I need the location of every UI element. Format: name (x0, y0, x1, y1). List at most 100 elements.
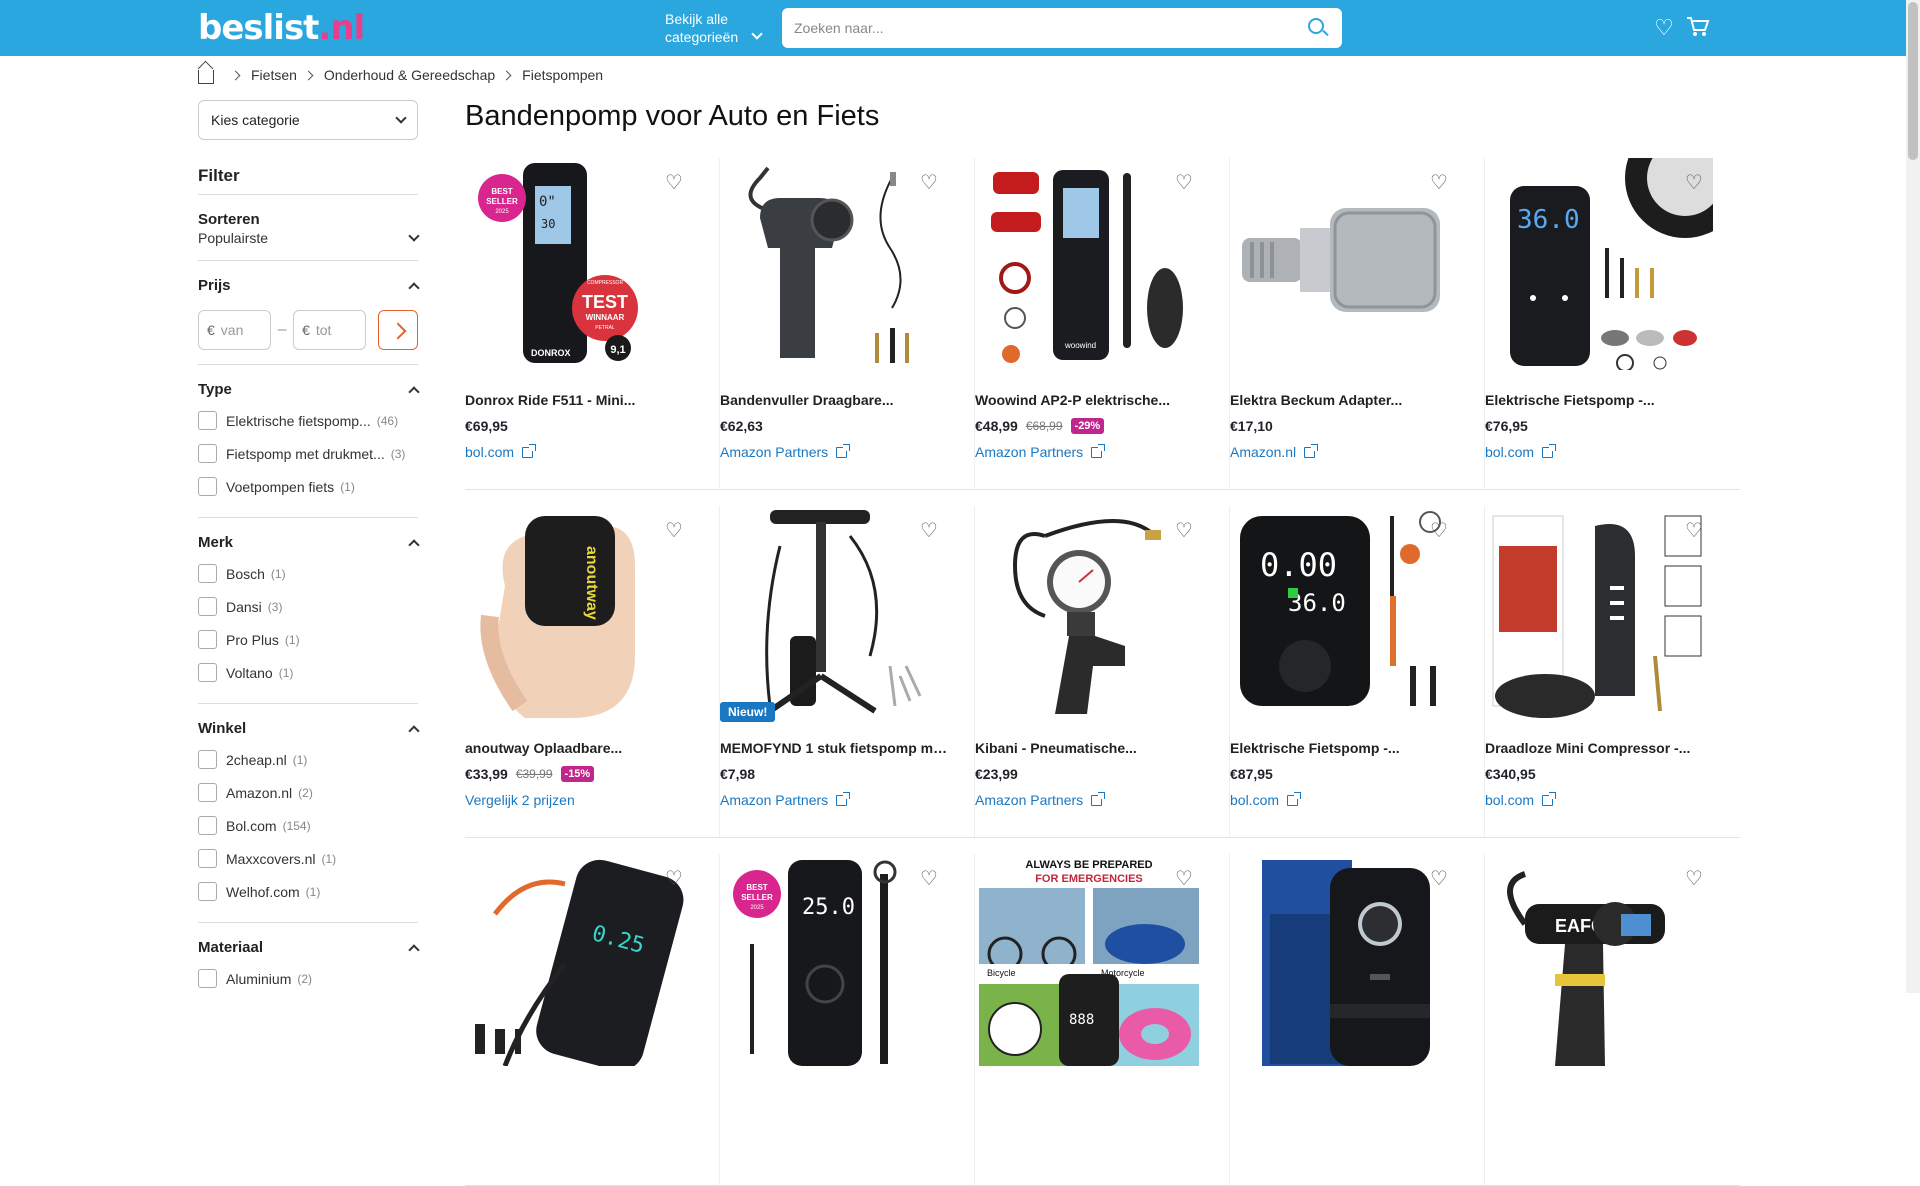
filter-option[interactable]: Voltano (1) (198, 656, 418, 689)
scrollbar-thumb[interactable] (1908, 2, 1918, 160)
checkbox[interactable] (198, 564, 217, 583)
heart-icon[interactable]: ♡ (663, 520, 685, 542)
heart-icon[interactable]: ♡ (1683, 520, 1705, 542)
product-card[interactable]: ALWAYS BE PREPARED FOR EMERGENCIES Bicycle… (975, 854, 1230, 1186)
filter-option[interactable]: Fietspomp met drukmet... (3) (198, 437, 418, 470)
heart-icon[interactable]: ♡ (918, 868, 940, 890)
shop-link[interactable]: Vergelijk 2 prijzen (465, 792, 709, 808)
shop-link[interactable]: bol.com (1230, 791, 1474, 808)
heart-icon[interactable]: ♡ (1173, 172, 1195, 194)
filter-option[interactable]: Elektrische fietspomp... (46) (198, 404, 418, 437)
filter-option[interactable]: Voetpompen fiets (1) (198, 470, 418, 503)
cart-icon[interactable] (1684, 16, 1712, 40)
product-image[interactable]: woowind (975, 158, 1203, 370)
product-card[interactable]: ♡ (1230, 854, 1485, 1186)
product-image[interactable]: anoutway (465, 506, 693, 718)
checkbox[interactable] (198, 597, 217, 616)
product-card[interactable]: 36.0 ♡ Elektrische Fietspomp -... €76,95 bol… (1485, 158, 1740, 490)
checkbox[interactable] (198, 630, 217, 649)
product-name[interactable]: MEMOFYND 1 stuk fietspomp me... (720, 740, 948, 756)
category-select[interactable]: Kies categorie (198, 100, 418, 140)
product-card[interactable]: ♡ Bandenvuller Draagbare... €62,63 Amazon P… (720, 158, 975, 490)
heart-icon[interactable]: ♡ (1428, 868, 1450, 890)
chevron-up-icon[interactable] (408, 943, 420, 956)
product-name[interactable]: Woowind AP2-P elektrische... (975, 392, 1203, 408)
product-image[interactable]: EAFC (1485, 854, 1713, 1066)
shop-link[interactable]: Amazon Partners (975, 443, 1219, 460)
product-image[interactable]: 0" 30 DONROX BEST SELLER 2025 COMPRESSOR TEST WI… (465, 158, 693, 370)
shop-link[interactable]: bol.com (1485, 443, 1730, 460)
home-icon[interactable] (198, 70, 214, 84)
chevron-up-icon[interactable] (408, 538, 420, 551)
product-image[interactable]: ALWAYS BE PREPARED FOR EMERGENCIES Bicycle… (975, 854, 1203, 1066)
heart-icon[interactable]: ♡ (1683, 172, 1705, 194)
checkbox[interactable] (198, 849, 217, 868)
heart-icon[interactable]: ♡ (918, 520, 940, 542)
product-image[interactable]: 0.25 (465, 854, 693, 1066)
product-card[interactable]: 0.00 36.0 ♡ Elektrische Fietspomp -... €87,9… (1230, 506, 1485, 838)
beslist-logo[interactable]: beslist.nl (198, 8, 365, 48)
product-image[interactable] (720, 506, 948, 718)
product-image[interactable] (1230, 158, 1458, 370)
heart-icon[interactable]: ♡ (1683, 868, 1705, 890)
page-scrollbar[interactable] (1906, 0, 1920, 993)
product-card[interactable]: ♡ Nieuw! MEMOFYND 1 stuk fietspomp me... €7… (720, 506, 975, 838)
product-name[interactable]: Draadloze Mini Compressor -... (1485, 740, 1713, 756)
heart-icon[interactable]: ♡ (1173, 520, 1195, 542)
product-image[interactable] (720, 158, 948, 370)
price-min-input[interactable]: € van (198, 310, 272, 350)
breadcrumb-item[interactable]: Fietsen (251, 67, 297, 83)
shop-link[interactable]: Amazon Partners (720, 443, 964, 460)
filter-option[interactable]: 2cheap.nl (1) (198, 743, 418, 776)
heart-icon[interactable]: ♡ (1652, 16, 1676, 40)
checkbox[interactable] (198, 411, 217, 430)
checkbox[interactable] (198, 882, 217, 901)
checkbox[interactable] (198, 816, 217, 835)
product-name[interactable]: Elektrische Fietspomp -... (1485, 392, 1713, 408)
product-image[interactable] (1230, 854, 1458, 1066)
filter-option[interactable]: Bol.com (154) (198, 809, 418, 842)
product-card[interactable]: 0.25 ♡ (465, 854, 720, 1186)
search-icon[interactable] (1308, 18, 1324, 34)
product-card[interactable]: anoutway ♡ anoutway Oplaadbare... €33,99 €39… (465, 506, 720, 838)
product-image[interactable]: 0.00 36.0 (1230, 506, 1458, 718)
checkbox[interactable] (198, 750, 217, 769)
product-card[interactable]: EAFC ♡ (1485, 854, 1740, 1186)
checkbox[interactable] (198, 444, 217, 463)
breadcrumb-item[interactable]: Fietspompen (522, 67, 603, 83)
shop-link[interactable]: Amazon Partners (975, 791, 1219, 808)
breadcrumb-item[interactable]: Onderhoud & Gereedschap (324, 67, 495, 83)
checkbox[interactable] (198, 783, 217, 802)
sort-section[interactable]: Sorteren Populairste (198, 195, 420, 261)
filter-option[interactable]: Pro Plus (1) (198, 623, 418, 656)
price-max-input[interactable]: € tot (293, 310, 367, 350)
chevron-up-icon[interactable] (408, 385, 420, 398)
product-name[interactable]: Kibani - Pneumatische... (975, 740, 1203, 756)
product-name[interactable]: Elektra Beckum Adapter... (1230, 392, 1458, 408)
product-card[interactable]: ♡ Elektra Beckum Adapter... €17,10 Amazon.n… (1230, 158, 1485, 490)
product-card[interactable]: ♡ Kibani - Pneumatische... €23,99 Amazon Pa… (975, 506, 1230, 838)
product-card[interactable]: BEST SELLER 2025 25.0 ♡ (720, 854, 975, 1186)
product-name[interactable]: Elektrische Fietspomp -... (1230, 740, 1458, 756)
shop-link[interactable]: bol.com (1485, 791, 1730, 808)
filter-option[interactable]: Bosch (1) (198, 557, 418, 590)
search-input[interactable] (782, 8, 1342, 48)
filter-option[interactable]: Aluminium (2) (198, 962, 418, 995)
shop-link[interactable]: bol.com (465, 443, 709, 460)
checkbox[interactable] (198, 969, 217, 988)
product-card[interactable]: ♡ Draadloze Mini Compressor -... €340,95 bo… (1485, 506, 1740, 838)
shop-link[interactable]: Amazon.nl (1230, 443, 1474, 460)
product-image[interactable]: BEST SELLER 2025 25.0 (720, 854, 948, 1066)
product-image[interactable] (975, 506, 1203, 718)
shop-link[interactable]: Amazon Partners (720, 791, 964, 808)
heart-icon[interactable]: ♡ (1173, 868, 1195, 890)
product-card[interactable]: woowind ♡ Woowind AP2-P elektrische... €48,… (975, 158, 1230, 490)
product-name[interactable]: Bandenvuller Draagbare... (720, 392, 948, 408)
product-card[interactable]: 0" 30 DONROX BEST SELLER 2025 COMPRESSOR TEST WI… (465, 158, 720, 490)
product-name[interactable]: Donrox Ride F511 - Mini... (465, 392, 693, 408)
checkbox[interactable] (198, 663, 217, 682)
product-name[interactable]: anoutway Oplaadbare... (465, 740, 693, 756)
heart-icon[interactable]: ♡ (1428, 520, 1450, 542)
filter-option[interactable]: Amazon.nl (2) (198, 776, 418, 809)
chevron-up-icon[interactable] (408, 281, 420, 294)
